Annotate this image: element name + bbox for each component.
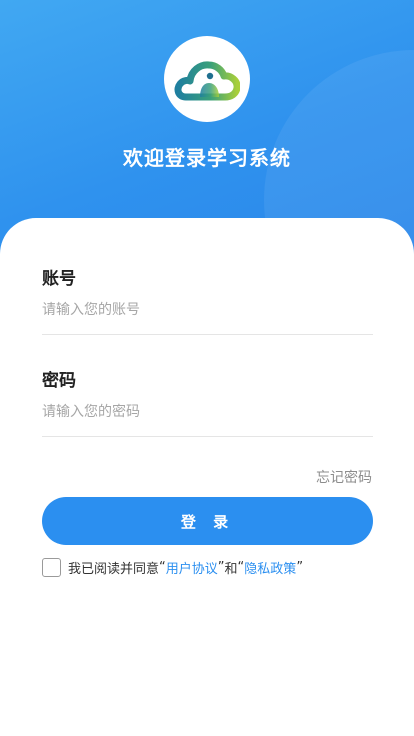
quote-close-1: ”	[217, 559, 225, 575]
password-label: 密码	[42, 371, 76, 391]
privacy-policy-link[interactable]: 隐私政策	[244, 558, 296, 577]
password-input[interactable]	[42, 394, 373, 430]
agreement-checkbox[interactable]	[42, 557, 61, 577]
account-divider	[42, 334, 373, 335]
quote-close-2: ”	[296, 559, 304, 575]
quote-open-2: “	[237, 559, 245, 575]
login-button[interactable]: 登 录	[42, 497, 373, 545]
app-logo	[164, 36, 250, 122]
user-agreement-link[interactable]: 用户协议	[166, 558, 218, 577]
agreement-row: 我已阅读并同意 “ 用户协议 ” 和 “ 隐私政策 ”	[42, 557, 303, 577]
cloud-logo-icon	[174, 61, 240, 101]
agreement-and: 和	[224, 561, 238, 577]
quote-open-1: “	[159, 559, 166, 575]
password-divider	[42, 436, 373, 437]
agreement-prefix: 我已阅读并同意	[68, 561, 160, 577]
account-label: 账号	[42, 269, 76, 289]
forgot-password-link[interactable]: 忘记密码	[316, 467, 372, 487]
login-card: 账号 密码 忘记密码 登 录 我已阅读并同意 “ 用户协议 ” 和 “ 隐私政策…	[0, 218, 414, 736]
app-title: 欢迎登录学习系统	[123, 146, 291, 170]
login-screen: 欢迎登录学习系统 账号 密码 忘记密码 登 录 我已阅读并同意 “ 用户协议 ”…	[0, 0, 414, 736]
account-input[interactable]	[42, 292, 373, 328]
